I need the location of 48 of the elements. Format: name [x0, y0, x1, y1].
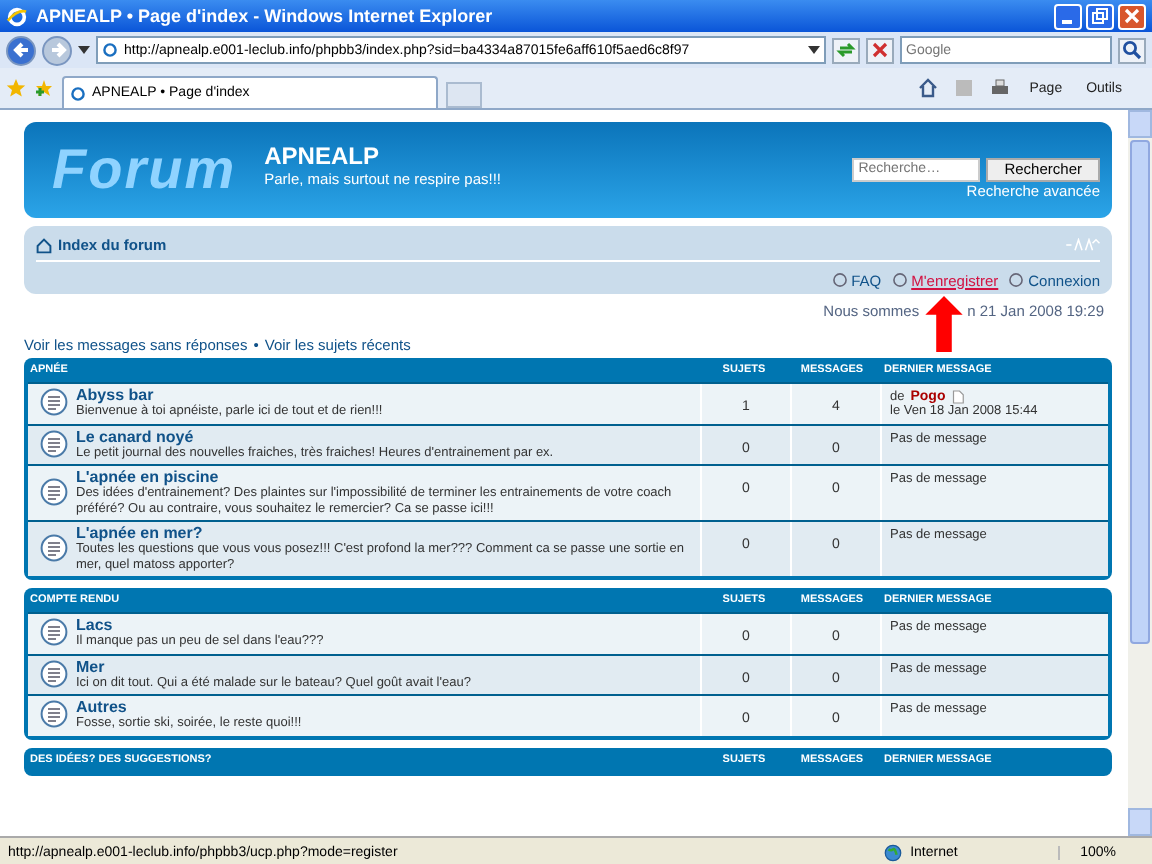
- view-post-icon[interactable]: [951, 390, 964, 404]
- close-icon: [1124, 8, 1140, 24]
- vertical-scrollbar[interactable]: [1128, 110, 1152, 836]
- forum-title-link[interactable]: Autres: [76, 698, 302, 716]
- back-arrow-icon: [11, 40, 31, 60]
- page-icon: [102, 42, 118, 58]
- home-icon: [36, 237, 52, 254]
- dropdown-caret-icon[interactable]: [78, 46, 90, 54]
- forum-title-link[interactable]: Abyss bar: [76, 386, 383, 404]
- forum-read-icon: [40, 618, 68, 647]
- dropdown-caret-icon: [808, 46, 820, 54]
- stop-x-icon: [870, 40, 890, 60]
- browser-logo-icon: [6, 5, 28, 27]
- printer-icon[interactable]: [989, 78, 1010, 98]
- search-icon: [1122, 40, 1142, 60]
- back-button[interactable]: [6, 35, 36, 65]
- forum-read-icon: [40, 429, 68, 458]
- navbar-link-icon: [831, 272, 848, 289]
- home-icon[interactable]: [917, 78, 938, 98]
- forum-read-icon: [40, 534, 68, 562]
- refresh-button[interactable]: [832, 37, 860, 63]
- navbar-link-icon: [891, 272, 908, 289]
- page-icon: [70, 85, 86, 101]
- forum-title-link[interactable]: Lacs: [76, 616, 324, 634]
- forum-title-link[interactable]: Mer: [76, 657, 471, 675]
- restore-icon: [1092, 8, 1108, 24]
- forum-read-icon: [40, 388, 68, 417]
- window-title: APNEALP • Page d'index - Windows Internet Explorer: [36, 6, 495, 26]
- add-favorite-icon[interactable]: [34, 78, 54, 98]
- search-button[interactable]: [1118, 37, 1146, 63]
- navbar-link-icon: [1008, 272, 1025, 289]
- site-name: APNEALP: [264, 142, 381, 170]
- forum-logo: Forum: [52, 138, 237, 202]
- forum-read-icon: [40, 700, 68, 729]
- forum-title-link[interactable]: L'apnée en piscine: [76, 468, 694, 486]
- forum-title-link[interactable]: Le canard noyé: [76, 427, 554, 445]
- globe-icon: [884, 844, 903, 862]
- forward-arrow-icon: [47, 40, 67, 60]
- close-button[interactable]: [1118, 3, 1146, 29]
- minimize-button[interactable]: [1054, 3, 1082, 29]
- annotation-arrow: [923, 296, 964, 352]
- maximize-button[interactable]: [1086, 3, 1114, 29]
- forum-read-icon: [40, 478, 68, 506]
- refresh-icon: [836, 40, 856, 60]
- star-icon[interactable]: [6, 78, 26, 98]
- forum-title-link[interactable]: L'apnée en mer?: [76, 524, 694, 542]
- stop-button[interactable]: [866, 37, 894, 63]
- forum-read-icon: [40, 659, 68, 688]
